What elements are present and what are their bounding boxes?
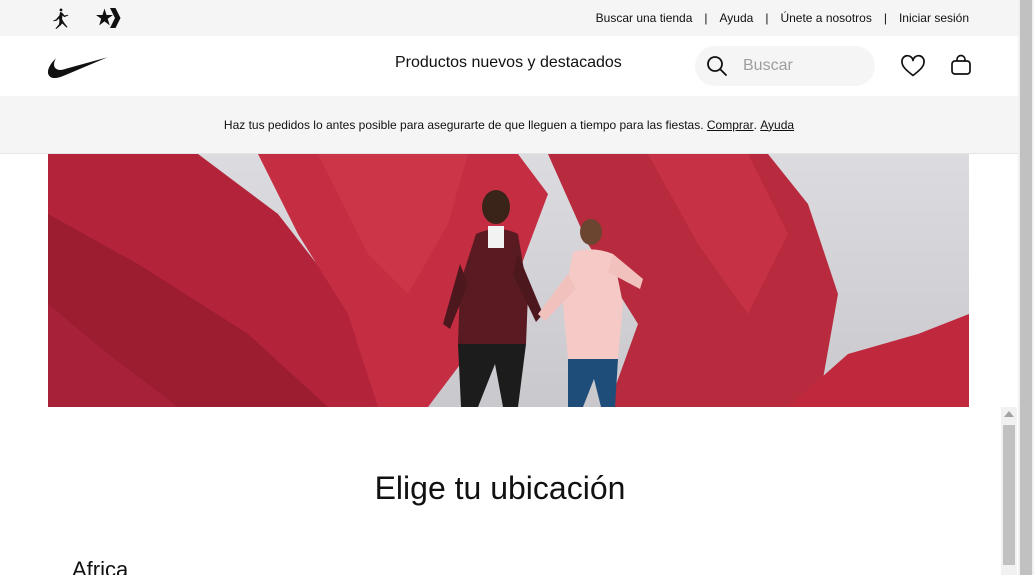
search-box[interactable]	[695, 46, 875, 86]
promo-help-link[interactable]: Ayuda	[760, 118, 794, 132]
separator: |	[765, 11, 769, 25]
promo-banner: Haz tus pedidos lo antes posible para as…	[0, 96, 1018, 154]
page-scrollbar-thumb[interactable]	[1020, 0, 1032, 575]
promo-dot: .	[753, 117, 757, 132]
help-link[interactable]: Ayuda	[720, 11, 754, 25]
nike-swoosh-icon[interactable]	[47, 54, 108, 78]
scroll-up-arrow-icon[interactable]	[1004, 411, 1014, 417]
hero-image	[48, 154, 969, 407]
search-input[interactable]	[743, 57, 863, 75]
search-icon[interactable]	[697, 46, 737, 86]
bag-icon[interactable]	[949, 54, 973, 78]
region-heading-africa[interactable]: Africa	[72, 557, 128, 575]
page-scrollbar[interactable]	[1018, 0, 1034, 575]
heart-icon[interactable]	[900, 54, 926, 78]
join-us-link[interactable]: Únete a nosotros	[780, 11, 871, 25]
utility-links: Buscar una tienda | Ayuda | Únete a noso…	[596, 0, 969, 36]
converse-star-icon[interactable]	[95, 6, 121, 30]
inner-scrollbar[interactable]	[1001, 407, 1017, 575]
separator: |	[704, 11, 708, 25]
nav-new-featured[interactable]: Productos nuevos y destacados	[395, 54, 622, 72]
main-nav: Productos nuevos y destacados	[0, 36, 1018, 96]
shop-link[interactable]: Comprar	[707, 118, 754, 132]
inner-scrollbar-thumb[interactable]	[1003, 425, 1015, 565]
jordan-jumpman-icon[interactable]	[48, 7, 72, 29]
utility-bar: Buscar una tienda | Ayuda | Únete a noso…	[0, 0, 1018, 36]
promo-message: Haz tus pedidos lo antes posible para as…	[223, 117, 704, 132]
sign-in-link[interactable]: Iniciar sesión	[899, 11, 969, 25]
separator: |	[883, 11, 887, 25]
find-store-link[interactable]: Buscar una tienda	[596, 11, 693, 25]
location-title: Elige tu ubicación	[374, 470, 626, 506]
